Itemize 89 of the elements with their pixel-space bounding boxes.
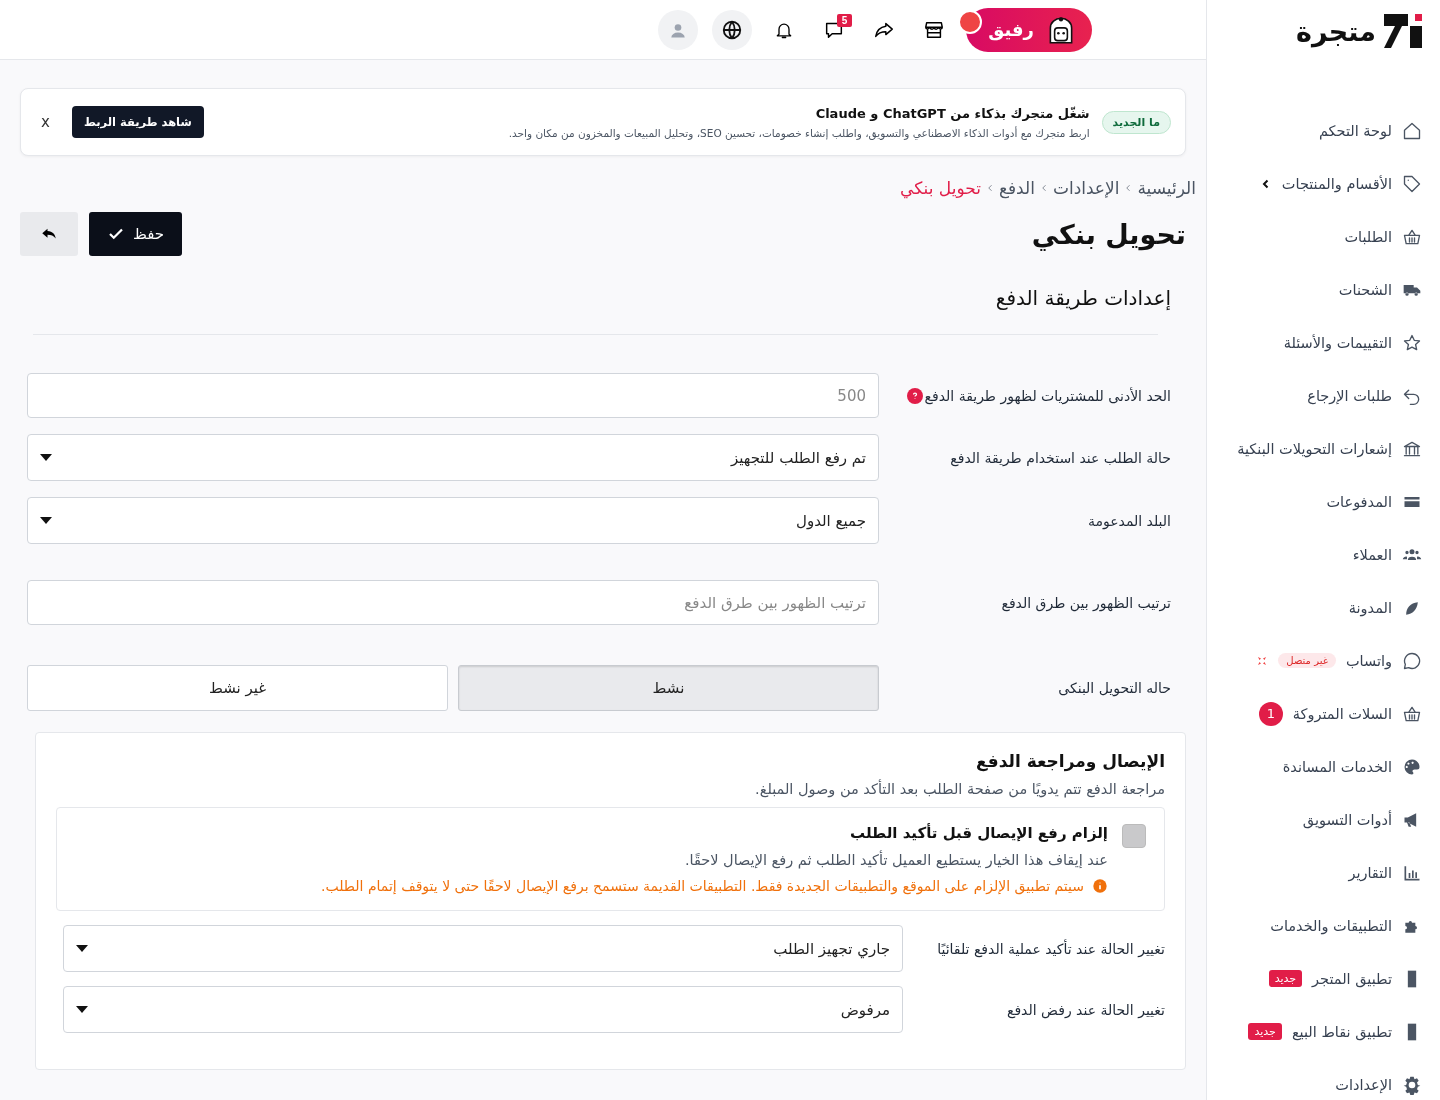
sidebar-item[interactable]: التطبيقات والخدمات: [1217, 899, 1422, 952]
sidebar-item[interactable]: المدفوعات: [1217, 475, 1422, 528]
warning-text: سيتم تطبيق الإلزام على الموقع والتطبيقات الجديدة فقط. التطبيقات القديمة ستسمح برفع الإيصال لاحقًا حتى لا يتوقف إتمام الطلب.: [321, 878, 1084, 894]
field-label: تغيير الحالة عند تأكيد عملية الدفع تلقائيًا: [937, 940, 1165, 957]
sidebar-label: طلبات الإرجاع: [1307, 387, 1392, 404]
sidebar-label: تطبيق المتجر: [1312, 970, 1392, 987]
option-title: إلزام رفع الإيصال قبل تأكيد الطلب: [849, 824, 1108, 842]
text-field[interactable]: 500: [27, 373, 879, 418]
sidebar-item[interactable]: واتساب غير متصل: [1217, 634, 1422, 687]
gear-icon: [1402, 1074, 1422, 1095]
sidebar-label: السلات المتروكة: [1292, 705, 1392, 722]
sidebar-label: إشعارات التحويلات البنكية: [1237, 440, 1392, 457]
count-badge: 1: [1258, 701, 1283, 726]
sidebar-item[interactable]: الطلبات: [1217, 210, 1422, 263]
new-tag: ما الجديد: [1101, 110, 1171, 134]
sidebar-item[interactable]: المدونة: [1217, 581, 1422, 634]
field-label: تغيير الحالة عند رفض الدفع: [1006, 1001, 1165, 1018]
banner-text: اربط متجرك مع أدوات الذكاء الاصطناعي والتسويق، واطلب إنشاء خصومات، تحسين SEO، وتحليل المبيعات والمخزون من مكان واحد.: [507, 126, 1090, 139]
sidebar-label: المدفوعات: [1326, 493, 1392, 510]
sidebar-label: تطبيق نقاط البيع: [1291, 1023, 1392, 1040]
disconnected-icon: [1256, 654, 1269, 667]
sidebar-label: الخدمات المساندة: [1282, 758, 1392, 775]
sidebar-label: المدونة: [1348, 599, 1392, 616]
back-button[interactable]: [20, 212, 78, 256]
sidebar-label: الطلبات: [1344, 228, 1392, 245]
sidebar-item[interactable]: الإعدادات: [1217, 1058, 1422, 1100]
dropdown[interactable]: مرفوض: [63, 986, 903, 1033]
logo-icon: [1384, 14, 1422, 48]
count-badge: 5: [836, 13, 853, 27]
checkbox[interactable]: [1122, 824, 1146, 848]
dropdown[interactable]: جميع الدول: [27, 497, 879, 544]
field-label: ترتيب الظهور بين طرق الدفع: [1001, 594, 1171, 611]
chat-bubble-icon: [1402, 650, 1422, 671]
tag-icon: [1402, 173, 1422, 194]
save-button[interactable]: حفظ: [89, 212, 182, 256]
star-icon: [1402, 332, 1422, 353]
sidebar-item[interactable]: لوحة التحكم: [1217, 104, 1422, 157]
close-button[interactable]: x: [41, 113, 50, 131]
option-description: عند إيقاف هذا الخيار يستطيع العميل تأكيد الطلب ثم رفع الإيصال لاحقًا.: [683, 852, 1108, 868]
globe-icon: [721, 18, 744, 41]
sidebar-item[interactable]: التقييمات والأسئلة: [1217, 316, 1422, 369]
home-icon: [1402, 120, 1422, 141]
status-dot: [958, 9, 983, 34]
sidebar-item[interactable]: العملاء: [1217, 528, 1422, 581]
sidebar-label: لوحة التحكم: [1318, 122, 1392, 139]
breadcrumb-link[interactable]: تحويل بنكي: [900, 178, 981, 198]
info-icon: [1092, 878, 1108, 894]
status-badge: غير متصل: [1278, 653, 1336, 668]
breadcrumb-link[interactable]: الدفع: [998, 178, 1035, 198]
logo-text: متجرة: [1296, 15, 1376, 47]
text-field[interactable]: ترتيب الظهور بين طرق الدفع: [27, 580, 879, 625]
page-title: تحويل بنكي: [1031, 218, 1186, 250]
field-label: البلد المدعومة: [1088, 512, 1171, 529]
sidebar-item[interactable]: تطبيق نقاط البيع جديد: [1217, 1005, 1422, 1058]
status-option[interactable]: غير نشط: [27, 665, 448, 711]
sidebar-label: الإعدادات: [1335, 1076, 1392, 1093]
new-badge: جديد: [1268, 970, 1303, 987]
field-label: الحد الأدنى للمشتريات لظهور طريقة الدفع: [924, 387, 1171, 404]
sidebar-item[interactable]: إشعارات التحويلات البنكية: [1217, 422, 1422, 475]
sidebar-label: العملاء: [1352, 546, 1392, 563]
card-subtitle: مراجعة الدفع تتم يدويًا من صفحة الطلب بعد التأكد من وصول المبلغ.: [754, 781, 1165, 797]
dropdown[interactable]: تم رفع الطلب للتجهيز: [27, 434, 879, 481]
sidebar-label: الشحنات: [1338, 281, 1392, 298]
sidebar-item[interactable]: تطبيق المتجر جديد: [1217, 952, 1422, 1005]
dropdown[interactable]: جاري تجهيز الطلب: [63, 925, 903, 972]
breadcrumb-link[interactable]: الإعدادات: [1052, 178, 1120, 198]
sidebar-label: الأقسام والمنتجات: [1281, 175, 1392, 192]
sidebar-label: واتساب: [1345, 652, 1392, 669]
sidebar-item[interactable]: الأقسام والمنتجات: [1217, 157, 1422, 210]
breadcrumb-link[interactable]: الرئيسية: [1137, 178, 1196, 198]
section-title: إعدادات طريقة الدفع: [994, 286, 1171, 310]
field-label: حاله التحويل البنكى: [1058, 680, 1171, 696]
sidebar-label: أدوات التسويق: [1302, 811, 1392, 828]
banner-title: شغّل متجرك بذكاء من ChatGPT و Claude: [814, 105, 1090, 121]
sidebar-label: التقييمات والأسئلة: [1283, 334, 1392, 351]
sidebar-item[interactable]: التقارير: [1217, 846, 1422, 899]
sidebar-item[interactable]: الشحنات: [1217, 263, 1422, 316]
sidebar-item[interactable]: أدوات التسويق: [1217, 793, 1422, 846]
card-title: الإيصال ومراجعة الدفع: [974, 751, 1165, 771]
new-badge: جديد: [1248, 1023, 1282, 1040]
sidebar-item[interactable]: طلبات الإرجاع: [1217, 369, 1422, 422]
sidebar-label: التطبيقات والخدمات: [1270, 917, 1392, 934]
watch-button[interactable]: شاهد طريقة الربط: [71, 106, 204, 138]
messages-button[interactable]: 5: [816, 11, 853, 48]
status-option[interactable]: نشط: [458, 665, 879, 711]
assistant-button[interactable]: رفيق: [966, 7, 1092, 52]
sidebar-item[interactable]: الخدمات المساندة: [1217, 740, 1422, 793]
sidebar-label: التقارير: [1348, 864, 1392, 881]
field-label: حالة الطلب عند استخدام طريقة الدفع: [950, 449, 1171, 466]
